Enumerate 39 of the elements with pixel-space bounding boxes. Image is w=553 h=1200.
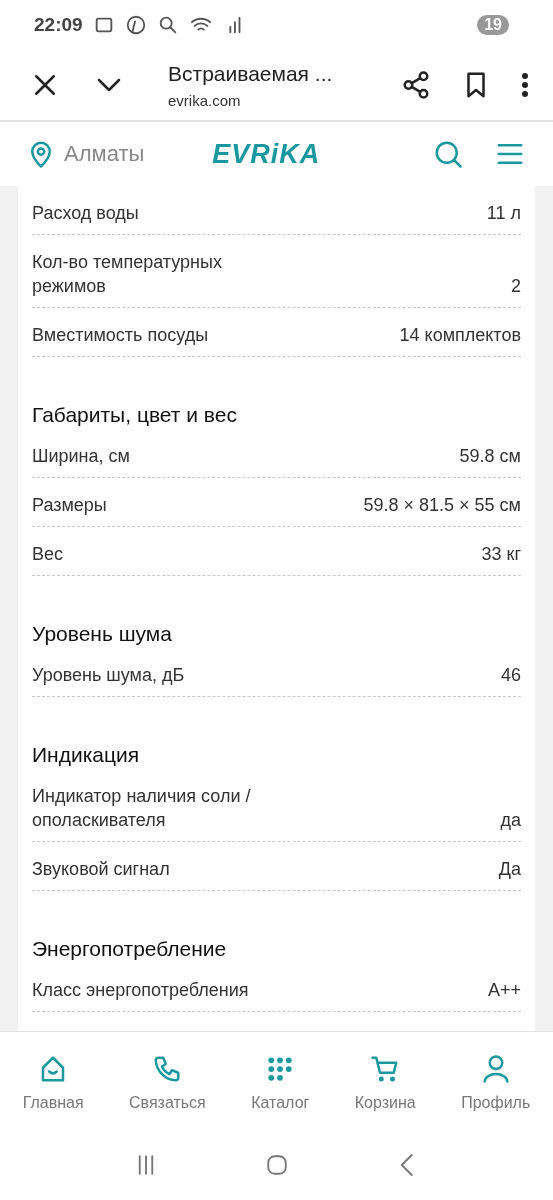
spec-value: 46 [500, 664, 521, 687]
spec-label: Звуковой сигнал [32, 858, 170, 881]
spec-value: 59.8 × 81.5 × 55 см [363, 494, 521, 517]
spec-value: A++ [487, 979, 521, 1002]
phone-icon [152, 1054, 183, 1084]
spec-value: 14 комплектов [399, 324, 521, 347]
spec-label: Вес [32, 543, 64, 566]
section-heading: Индикация [32, 742, 141, 768]
spec-label: Индикатор наличия соли / ополаскивателя [32, 785, 252, 832]
battery-level: 19 [477, 15, 509, 35]
nav-tab[interactable]: Связаться [129, 1054, 206, 1112]
status-time: 22:09 [34, 14, 83, 36]
nav-tab[interactable]: Каталог [251, 1054, 310, 1112]
page-title: Встраиваемая ... [168, 61, 334, 86]
spec-label: Уровень шума, дБ [32, 664, 185, 687]
spec-label: Ширина, см [32, 445, 130, 468]
nav-tab[interactable]: Профиль [461, 1054, 531, 1112]
spec-value: 59.8 см [459, 445, 521, 468]
site-logo[interactable]: EVRiKA [212, 138, 321, 170]
spec-label: Класс энергопотребления [32, 979, 249, 1002]
spec-value: 33 кг [481, 543, 521, 566]
page-url: evrika.com [168, 91, 242, 109]
nav-tab[interactable]: Главная [22, 1054, 84, 1112]
spec-value: 2 [511, 275, 521, 298]
spec-value: 11 л [486, 202, 521, 225]
more-icon [521, 72, 529, 98]
spec-label: Кол-во температурных режимов [32, 251, 223, 298]
share-icon [401, 70, 431, 100]
spec-value: Да [498, 858, 521, 881]
search-icon [433, 139, 463, 169]
nav-tab[interactable]: Корзина [354, 1054, 416, 1112]
spec-label: Размеры [32, 494, 107, 517]
spec-value: да [500, 809, 521, 832]
section-heading: Энергопотребление [32, 936, 228, 962]
section-heading: Уровень шума [32, 621, 173, 647]
spec-label: Расход воды [32, 202, 139, 225]
city-selector[interactable]: Алматы [64, 141, 145, 167]
section-heading: Габариты, цвет и вес [32, 402, 238, 428]
spec-label: Вместимость посуды [32, 324, 209, 347]
